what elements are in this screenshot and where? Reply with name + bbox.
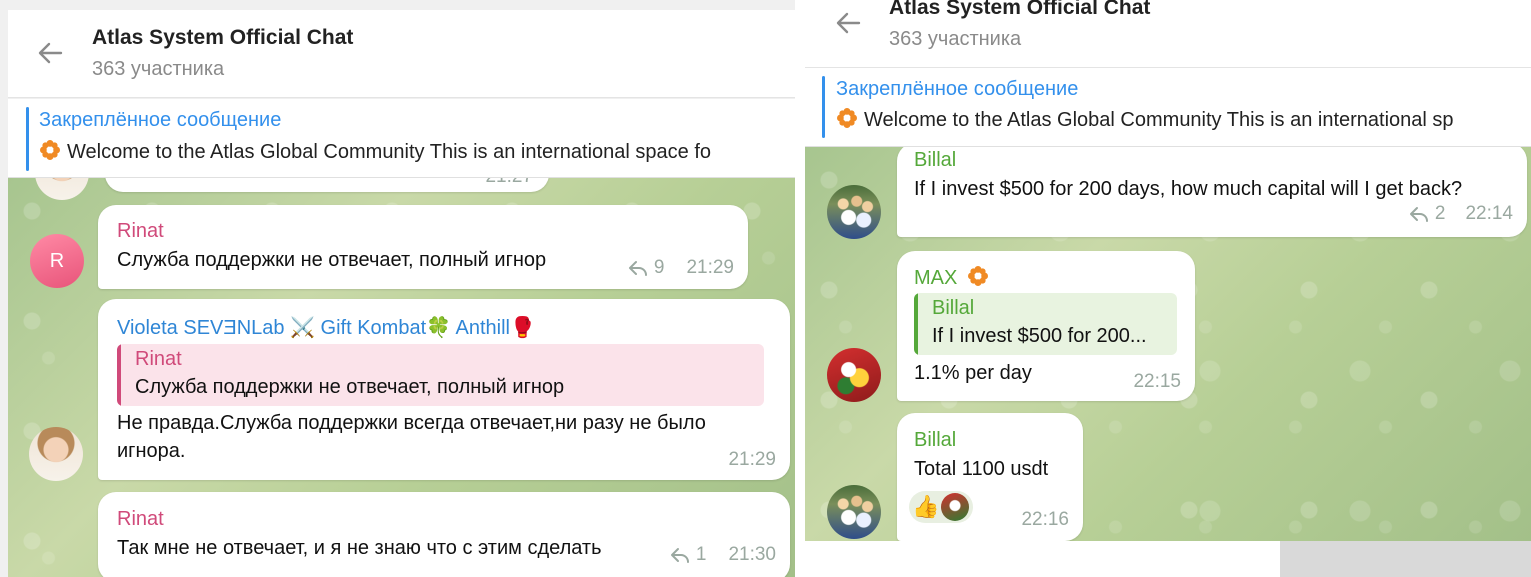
message-meta: 2 22:14 — [1409, 203, 1513, 225]
message-bubble[interactable]: Rinat Так мне не отвечает, и я не знаю ч… — [98, 492, 790, 577]
chat-header: Atlas System Official Chat 363 участника — [805, 0, 1531, 68]
reply-icon[interactable] — [628, 260, 648, 276]
quote-accent-bar — [117, 344, 121, 406]
avatar[interactable]: R — [30, 234, 84, 288]
reactor-avatar — [941, 493, 969, 521]
pinned-label: Закреплённое сообщение — [39, 109, 282, 131]
left-chat-panel: Atlas System Official Chat 363 участника… — [0, 0, 795, 577]
message-meta: 22:16 — [1021, 509, 1069, 531]
message-bubble[interactable]: Violeta SEVƎNLab ⚔️ Gift Kombat🍀 Anthill… — [98, 299, 790, 480]
thumbs-up-icon[interactable]: 👍 — [912, 494, 939, 520]
sender-name[interactable]: Billal — [914, 149, 956, 172]
message-text: Служба поддержки не отвечает, полный игн… — [117, 249, 547, 271]
message-time: 22:14 — [1465, 203, 1513, 224]
message-meta: 1 21:30 — [670, 544, 776, 566]
message-text: Не правда.Служба поддержки всегда отвеча… — [117, 412, 706, 434]
quote-sender: Rinat — [135, 348, 182, 370]
flower-icon — [967, 265, 989, 287]
avatar[interactable] — [827, 348, 881, 402]
background-strip — [1280, 541, 1531, 577]
message-time: 22:15 — [1133, 371, 1181, 392]
quote-accent-bar — [914, 293, 918, 355]
pinned-text-row: Welcome to the Atlas Global Community Th… — [39, 139, 711, 164]
message-bubble[interactable]: Rinat Служба поддержки не отвечает, полн… — [98, 205, 748, 289]
sender-name[interactable]: Rinat — [117, 508, 164, 531]
pinned-text: Welcome to the Atlas Global Community Th… — [864, 109, 1454, 131]
message-bubble[interactable]: MAX Billal If I invest $500 for 200... 1… — [897, 251, 1195, 401]
reply-quote[interactable]: Billal If I invest $500 for 200... — [914, 293, 1177, 355]
sender-name[interactable]: Violeta SEVƎNLab ⚔️ Gift Kombat🍀 Anthill… — [117, 315, 535, 340]
quote-text: If I invest $500 for 200... — [932, 325, 1147, 347]
reply-count: 9 — [653, 257, 665, 278]
pinned-label: Закреплённое сообщение — [836, 78, 1079, 100]
back-arrow-icon[interactable] — [35, 38, 65, 68]
reactions-row[interactable]: 👍 — [909, 491, 973, 523]
sender-name[interactable]: MAX — [914, 265, 995, 290]
right-chat-panel: Atlas System Official Chat 363 участника… — [805, 0, 1531, 541]
quote-sender: Billal — [932, 297, 975, 319]
message-time: 21:29 — [728, 449, 776, 470]
message-text: 1.1% per day — [914, 362, 1032, 384]
message-meta: 9 21:29 — [628, 257, 734, 279]
reply-icon[interactable] — [1409, 206, 1429, 222]
chat-background: Billal If I invest $500 for 200 days, ho… — [805, 147, 1531, 541]
reply-count: 1 — [695, 544, 707, 565]
reply-count: 2 — [1434, 203, 1446, 224]
message-text-line2: игнора. — [117, 440, 186, 462]
pinned-message-bar[interactable]: Закреплённое сообщение Welcome to the At… — [8, 99, 795, 178]
message-bubble-partial[interactable]: 21:27 — [105, 178, 549, 192]
pinned-text: Welcome to the Atlas Global Community Th… — [67, 141, 712, 163]
flower-icon — [39, 139, 61, 161]
reply-quote[interactable]: Rinat Служба поддержки не отвечает, полн… — [117, 344, 764, 406]
message-time: 21:29 — [686, 257, 734, 278]
back-arrow-icon[interactable] — [833, 8, 863, 38]
message-bubble[interactable]: Billal Total 1100 usdt 👍 22:16 — [897, 413, 1083, 541]
chat-background: 21:27 R Rinat Служба поддержки не отвеча… — [8, 178, 795, 577]
quote-text: Служба поддержки не отвечает, полный игн… — [135, 376, 565, 398]
avatar[interactable] — [29, 427, 83, 481]
avatar[interactable] — [35, 178, 89, 200]
avatar[interactable] — [827, 185, 881, 239]
sender-name[interactable]: Billal — [914, 429, 956, 452]
chat-title[interactable]: Atlas System Official Chat — [889, 0, 1150, 20]
chat-title[interactable]: Atlas System Official Chat — [92, 26, 353, 50]
member-count: 363 участника — [889, 28, 1022, 50]
message-text: Так мне не отвечает, и я не знаю что с э… — [117, 537, 602, 559]
pinned-accent-bar — [822, 76, 825, 138]
reply-icon[interactable] — [670, 547, 690, 563]
sender-name[interactable]: Rinat — [117, 220, 164, 243]
message-meta: 22:15 — [1133, 371, 1181, 393]
message-text: If I invest $500 for 200 days, how much … — [914, 178, 1463, 200]
member-count: 363 участника — [92, 58, 225, 80]
message-time: 21:27 — [485, 178, 533, 188]
message-meta: 21:29 — [728, 449, 776, 471]
message-time: 21:30 — [728, 544, 776, 565]
message-time: 22:16 — [1021, 509, 1069, 530]
message-text: Total 1100 usdt — [914, 458, 1049, 480]
pinned-message-bar[interactable]: Закреплённое сообщение Welcome to the At… — [805, 69, 1531, 147]
avatar[interactable] — [827, 485, 881, 539]
chat-header: Atlas System Official Chat 363 участника — [8, 10, 795, 98]
pinned-accent-bar — [26, 107, 29, 171]
message-bubble[interactable]: Billal If I invest $500 for 200 days, ho… — [897, 147, 1527, 237]
flower-icon — [836, 107, 858, 129]
pinned-text-row: Welcome to the Atlas Global Community Th… — [836, 107, 1454, 132]
